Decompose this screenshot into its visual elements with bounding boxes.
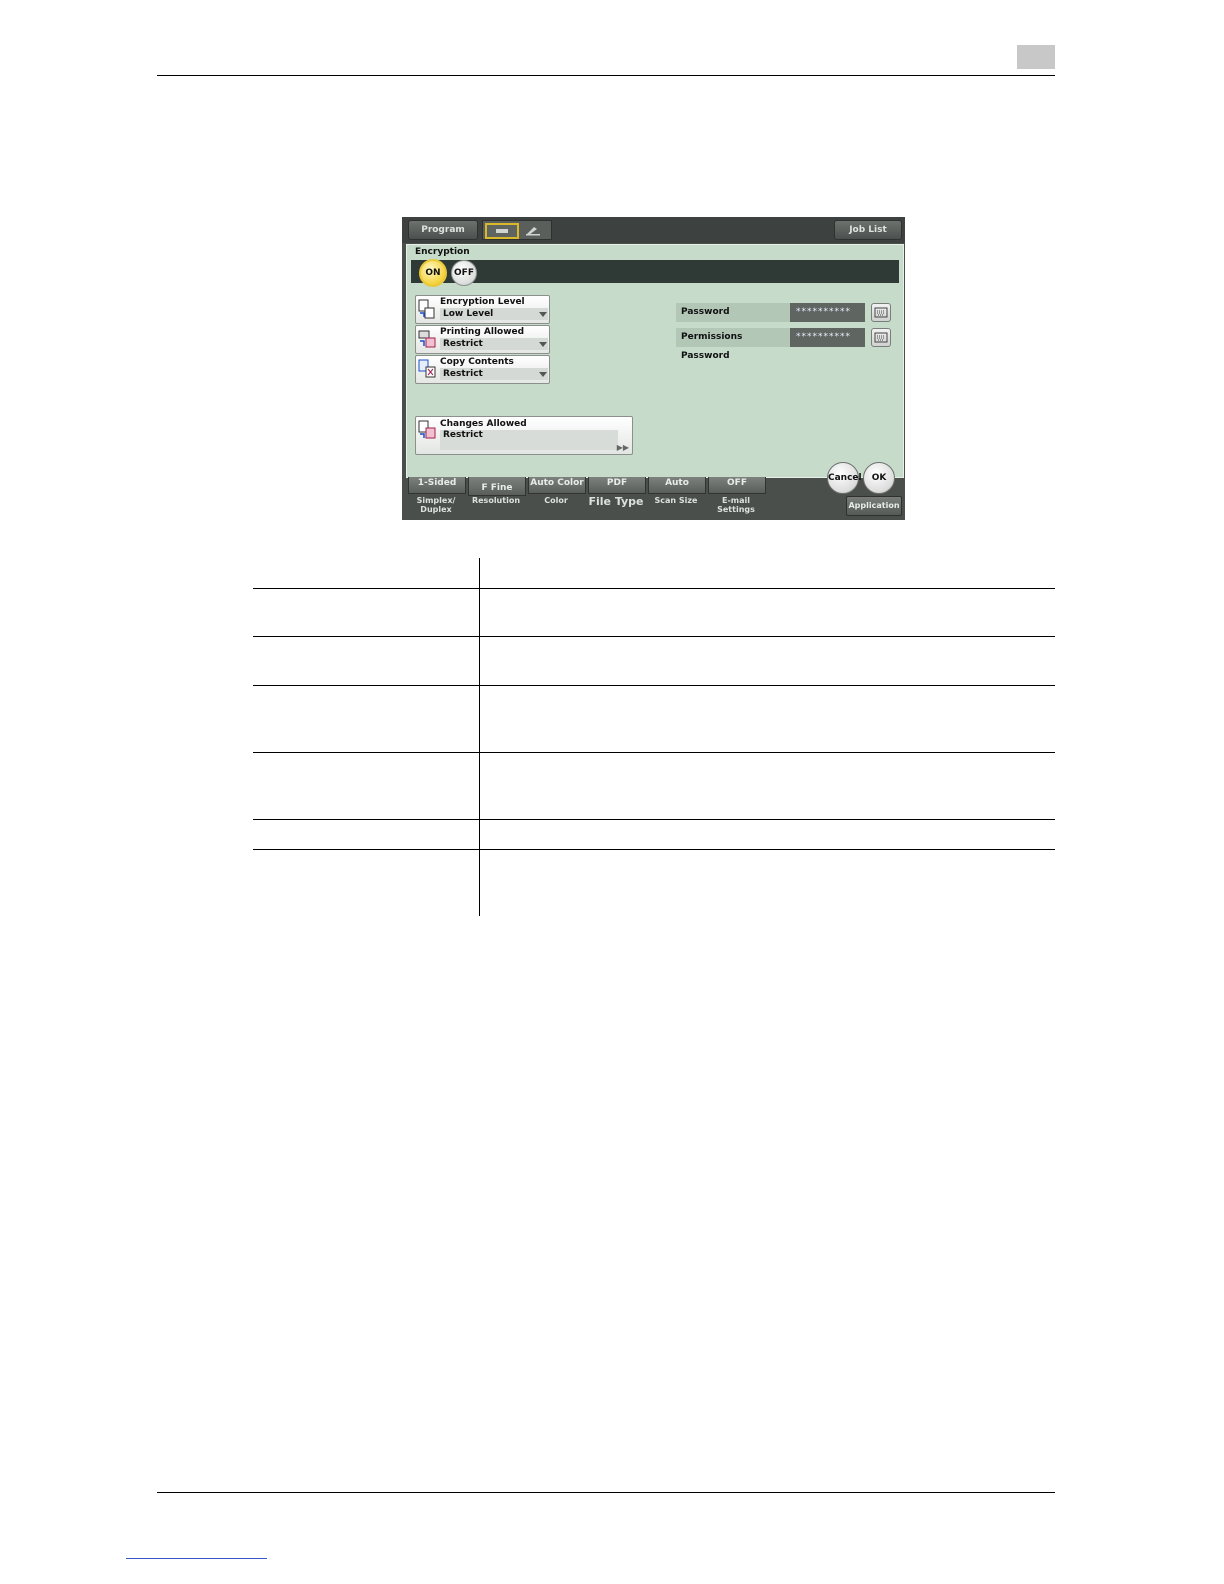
copy-contents-select[interactable]: Copy Contents Restrict <box>415 355 550 384</box>
permissions-password-label: Permissions Password <box>676 328 790 361</box>
changes-allowed-button[interactable]: Changes Allowed Restrict ▶▶ <box>415 416 633 455</box>
tab-label: Resolution <box>471 496 521 505</box>
tab-scan-size[interactable]: Auto <box>648 477 706 494</box>
mode-switch[interactable] <box>482 220 552 240</box>
chevron-down-icon <box>539 342 547 347</box>
toggle-strip <box>411 260 899 283</box>
select-value: Restrict <box>440 338 548 350</box>
chapter-number-box <box>1017 45 1055 69</box>
password-label: Password <box>676 303 790 322</box>
footer-rule <box>157 1492 1055 1493</box>
program-button[interactable]: Program <box>408 220 478 240</box>
printing-allowed-select[interactable]: Printing Allowed Restrict <box>415 325 550 354</box>
permissions-password-field[interactable]: ********** <box>790 328 865 347</box>
select-label: Encryption Level <box>440 297 525 307</box>
application-button[interactable]: Application <box>846 496 902 516</box>
copy-document-icon <box>418 359 436 379</box>
button-value: Restrict <box>440 430 618 450</box>
table-row-rule <box>253 588 1055 589</box>
device-screenshot: Program Job List Encryption ON OFF Encry… <box>402 217 905 520</box>
printer-icon <box>418 329 436 349</box>
tab-label: Scan Size <box>654 496 698 505</box>
chevron-down-icon <box>539 372 547 377</box>
select-label: Printing Allowed <box>440 327 525 337</box>
tab-resolution[interactable]: F Fine <box>468 477 526 496</box>
password-field[interactable]: ********** <box>790 303 865 322</box>
tab-label: Simplex/ Duplex <box>416 496 456 514</box>
header-rule <box>157 75 1055 76</box>
footer-link-underline <box>126 1558 267 1559</box>
tab-label: File Type <box>588 495 644 508</box>
tab-file-type[interactable]: PDF <box>588 477 646 494</box>
ok-button[interactable]: OK <box>863 462 895 494</box>
document-lock-icon <box>418 299 436 319</box>
off-button[interactable]: OFF <box>451 260 477 286</box>
permissions-keyboard-button[interactable] <box>871 328 891 347</box>
double-chevron-right-icon: ▶▶ <box>616 443 629 452</box>
table-row-rule <box>253 685 1055 686</box>
select-label: Copy Contents <box>440 357 514 367</box>
job-list-button[interactable]: Job List <box>834 220 902 240</box>
panel-title: Encryption <box>415 247 470 257</box>
table-row-rule <box>253 819 1055 820</box>
table-row-rule <box>253 636 1055 637</box>
tab-simplex-duplex[interactable]: 1-Sided <box>408 477 466 494</box>
button-label: Changes Allowed <box>440 419 527 429</box>
screen-mode-icon <box>485 223 519 239</box>
table-column-divider <box>479 558 480 916</box>
tab-label: E-mail Settings <box>717 496 755 514</box>
cancel-button[interactable]: Cancel <box>827 462 862 494</box>
keyboard-icon <box>874 307 888 318</box>
table-row-rule <box>253 849 1055 850</box>
tab-color[interactable]: Auto Color <box>528 477 586 494</box>
pen-icon <box>525 224 541 236</box>
password-keyboard-button[interactable] <box>871 303 891 322</box>
tab-email-settings[interactable]: OFF <box>708 477 766 494</box>
encryption-level-select[interactable]: Encryption Level Low Level <box>415 295 550 324</box>
select-value: Restrict <box>440 368 548 380</box>
table-row-rule <box>253 752 1055 753</box>
chevron-down-icon <box>539 312 547 317</box>
tab-label: Color <box>544 496 568 505</box>
encryption-panel: Encryption ON OFF Encryption Level Low L… <box>406 244 904 478</box>
on-button[interactable]: ON <box>419 259 447 287</box>
keyboard-icon <box>874 332 888 343</box>
select-value: Low Level <box>440 308 548 320</box>
edit-document-icon <box>418 420 436 440</box>
